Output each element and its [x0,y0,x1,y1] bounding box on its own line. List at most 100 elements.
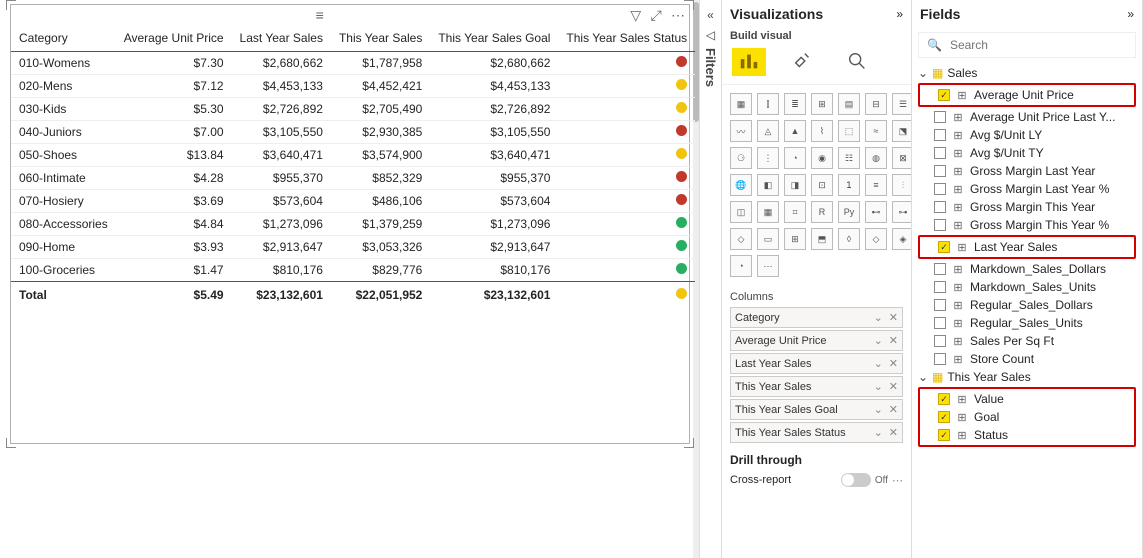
table-node[interactable]: ⌄▦Sales [916,64,1138,82]
filters-pane-collapsed[interactable]: « ◁ Filters [700,0,722,558]
viz-type-icon[interactable]: ▭ [757,228,779,250]
field-checkbox[interactable] [934,165,946,177]
field-checkbox[interactable] [934,129,946,141]
viz-type-icon[interactable]: ⊡ [811,174,833,196]
field-checkbox[interactable] [934,183,946,195]
viz-type-icon[interactable]: ⊠ [892,147,912,169]
viz-type-icon[interactable]: ◬ [757,120,779,142]
viz-type-icon[interactable]: ☷ [838,147,860,169]
chevron-down-icon[interactable]: ⌄ [874,311,883,324]
chevron-down-icon[interactable]: ⌄ [874,403,883,416]
field-well[interactable]: Category⌄✕ [730,307,903,328]
field-checkbox[interactable] [938,89,950,101]
viz-type-icon[interactable]: 🌐 [730,174,752,196]
viz-type-icon[interactable]: ⚆ [730,147,752,169]
viz-type-icon[interactable]: ⊞ [811,93,833,115]
viz-type-icon[interactable]: ⬚ [838,120,860,142]
viz-type-icon[interactable]: ⋯ [757,255,779,277]
viz-type-icon[interactable]: ⊶ [892,201,912,223]
table-row[interactable]: 070-Hosiery$3.69$573,604$486,106$573,604 [11,190,695,213]
field-row[interactable]: ⊞Gross Margin Last Year % [916,180,1138,198]
col-header[interactable]: This Year Sales Status [558,25,695,52]
field-row[interactable]: ⊞Goal [920,408,1134,426]
field-row[interactable]: ⊞Avg $/Unit TY [916,144,1138,162]
field-row[interactable]: ⊞Markdown_Sales_Dollars [916,260,1138,278]
viz-type-icon[interactable]: ☰ [892,93,912,115]
viz-type-icon[interactable]: Py [838,201,860,223]
remove-field-icon[interactable]: ✕ [889,426,898,439]
table-row[interactable]: 060-Intimate$4.28$955,370$852,329$955,37… [11,167,695,190]
remove-field-icon[interactable]: ✕ [889,380,898,393]
col-header[interactable]: Last Year Sales [232,25,331,52]
viz-type-icon[interactable]: ⫿ [757,93,779,115]
field-checkbox[interactable] [938,429,950,441]
table-row[interactable]: 010-Womens$7.30$2,680,662$1,787,958$2,68… [11,52,695,75]
table-row[interactable]: 040-Juniors$7.00$3,105,550$2,930,385$3,1… [11,121,695,144]
field-row[interactable]: ⊞Average Unit Price [920,86,1134,104]
viz-type-icon[interactable]: ◔ [784,147,806,169]
field-well[interactable]: This Year Sales Status⌄✕ [730,422,903,443]
viz-type-icon[interactable]: ≈ [865,120,887,142]
field-checkbox[interactable] [938,393,950,405]
fields-search[interactable]: 🔍 [918,32,1136,58]
col-header[interactable]: Category [11,25,116,52]
visual-focus-icon[interactable]: ⤢ [650,7,661,23]
viz-type-icon[interactable]: ≣ [784,93,806,115]
cross-report-toggle[interactable] [841,473,871,487]
viz-type-icon[interactable]: ⋮ [757,147,779,169]
table-row[interactable]: 030-Kids$5.30$2,726,892$2,705,490$2,726,… [11,98,695,121]
field-checkbox[interactable] [934,147,946,159]
field-checkbox[interactable] [934,263,946,275]
collapse-viz-icon[interactable]: » [896,7,903,21]
field-row[interactable]: ⊞Average Unit Price Last Y... [916,108,1138,126]
viz-type-icon[interactable]: ⊷ [865,201,887,223]
viz-type-icon[interactable]: ▦ [730,93,752,115]
viz-type-icon[interactable]: ◊ [838,228,860,250]
remove-field-icon[interactable]: ✕ [889,311,898,324]
resize-handle-tr[interactable] [684,0,694,10]
viz-type-icon[interactable]: ◇ [730,228,752,250]
viz-type-icon[interactable]: ⬒ [811,228,833,250]
table-visual[interactable]: ≡ ▽ ⤢ ⋯ CategoryAverage Unit PriceLast Y… [10,4,690,444]
table-node[interactable]: ⌄▦This Year Sales [916,368,1138,386]
field-checkbox[interactable] [938,241,950,253]
col-header[interactable]: Average Unit Price [116,25,232,52]
remove-field-icon[interactable]: ✕ [889,357,898,370]
fields-search-input[interactable] [948,37,1127,53]
field-row[interactable]: ⊞Sales Per Sq Ft [916,332,1138,350]
field-row[interactable]: ⊞Store Count [916,350,1138,368]
viz-type-icon[interactable]: ⊞ [784,228,806,250]
field-checkbox[interactable] [938,411,950,423]
table-row[interactable]: 100-Groceries$1.47$810,176$829,776$810,1… [11,259,695,282]
field-row[interactable]: ⊞Markdown_Sales_Units [916,278,1138,296]
field-checkbox[interactable] [934,281,946,293]
chevron-down-icon[interactable]: ⌄ [874,334,883,347]
field-checkbox[interactable] [934,317,946,329]
field-row[interactable]: ⊞Avg $/Unit LY [916,126,1138,144]
viz-type-icon[interactable]: ⌗ [784,201,806,223]
chevron-down-icon[interactable]: ⌄ [874,380,883,393]
field-well[interactable]: This Year Sales Goal⌄✕ [730,399,903,420]
viz-type-icon[interactable]: ◧ [757,174,779,196]
field-row[interactable]: ⊞Gross Margin This Year % [916,216,1138,234]
remove-field-icon[interactable]: ✕ [889,334,898,347]
viz-type-icon[interactable]: ◔ [730,255,752,277]
viz-type-icon[interactable]: ◫ [730,201,752,223]
resize-handle-tl[interactable] [6,0,16,10]
field-well[interactable]: Average Unit Price⌄✕ [730,330,903,351]
field-row[interactable]: ⊞Regular_Sales_Dollars [916,296,1138,314]
tab-analytics[interactable] [840,48,874,76]
field-row[interactable]: ⊞Value [920,390,1134,408]
viz-type-icon[interactable]: 〰 [730,120,752,142]
field-checkbox[interactable] [934,335,946,347]
viz-type-icon[interactable]: ◉ [811,147,833,169]
field-row[interactable]: ⊞Status [920,426,1134,444]
chevron-down-icon[interactable]: ⌄ [874,426,883,439]
resize-handle-bl[interactable] [6,438,16,448]
viz-type-icon[interactable]: ▦ [757,201,779,223]
field-checkbox[interactable] [934,219,946,231]
field-well[interactable]: This Year Sales⌄✕ [730,376,903,397]
viz-type-icon[interactable]: ⫶ [892,174,912,196]
field-checkbox[interactable] [934,111,946,123]
viz-type-icon[interactable]: ≡ [865,174,887,196]
